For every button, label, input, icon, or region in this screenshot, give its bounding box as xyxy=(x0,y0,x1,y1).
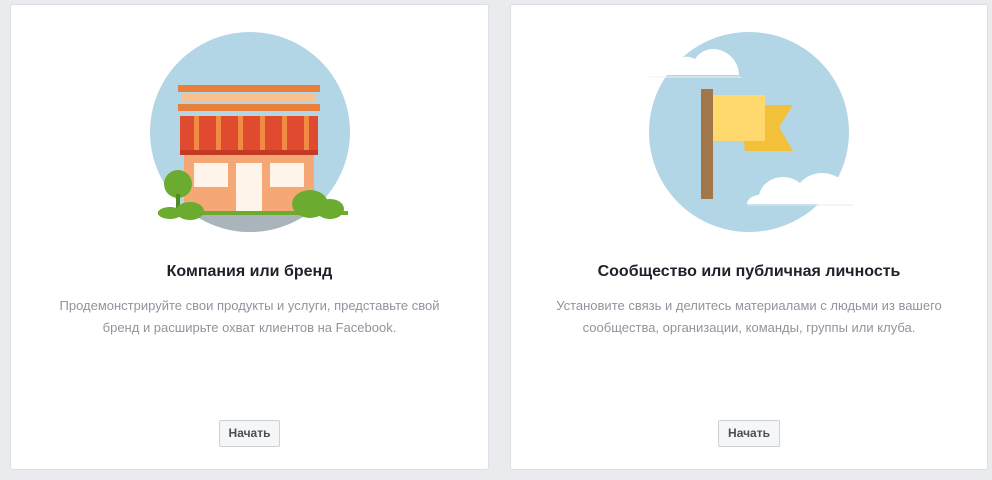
start-button[interactable]: Начать xyxy=(718,420,780,447)
card-description-line: Установите связь и делитесь материалами … xyxy=(556,298,942,313)
card-company-brand[interactable]: Компания или бренд Продемонстрируйте сво… xyxy=(10,4,489,470)
card-title: Компания или бренд xyxy=(166,263,333,280)
card-title: Сообщество или публичная личность xyxy=(597,263,901,280)
card-community-public-figure[interactable]: Сообщество или публичная личность Устано… xyxy=(510,4,988,470)
card-description: Установите связь и делитесь материалами … xyxy=(531,295,967,339)
start-button[interactable]: Начать xyxy=(218,420,281,447)
card-description: Продемонстрируйте свои продукты и услуги… xyxy=(31,295,468,339)
storefront-icon xyxy=(149,32,350,232)
card-description-line: бренд и расширьте охват клиентов на Face… xyxy=(102,320,397,335)
card-description-line: сообщества, организации, команды, группы… xyxy=(582,320,916,335)
flag-icon xyxy=(649,32,853,232)
page-type-selection: Компания или бренд Продемонстрируйте сво… xyxy=(0,0,992,480)
card-description-line: Продемонстрируйте свои продукты и услуги… xyxy=(59,298,440,313)
